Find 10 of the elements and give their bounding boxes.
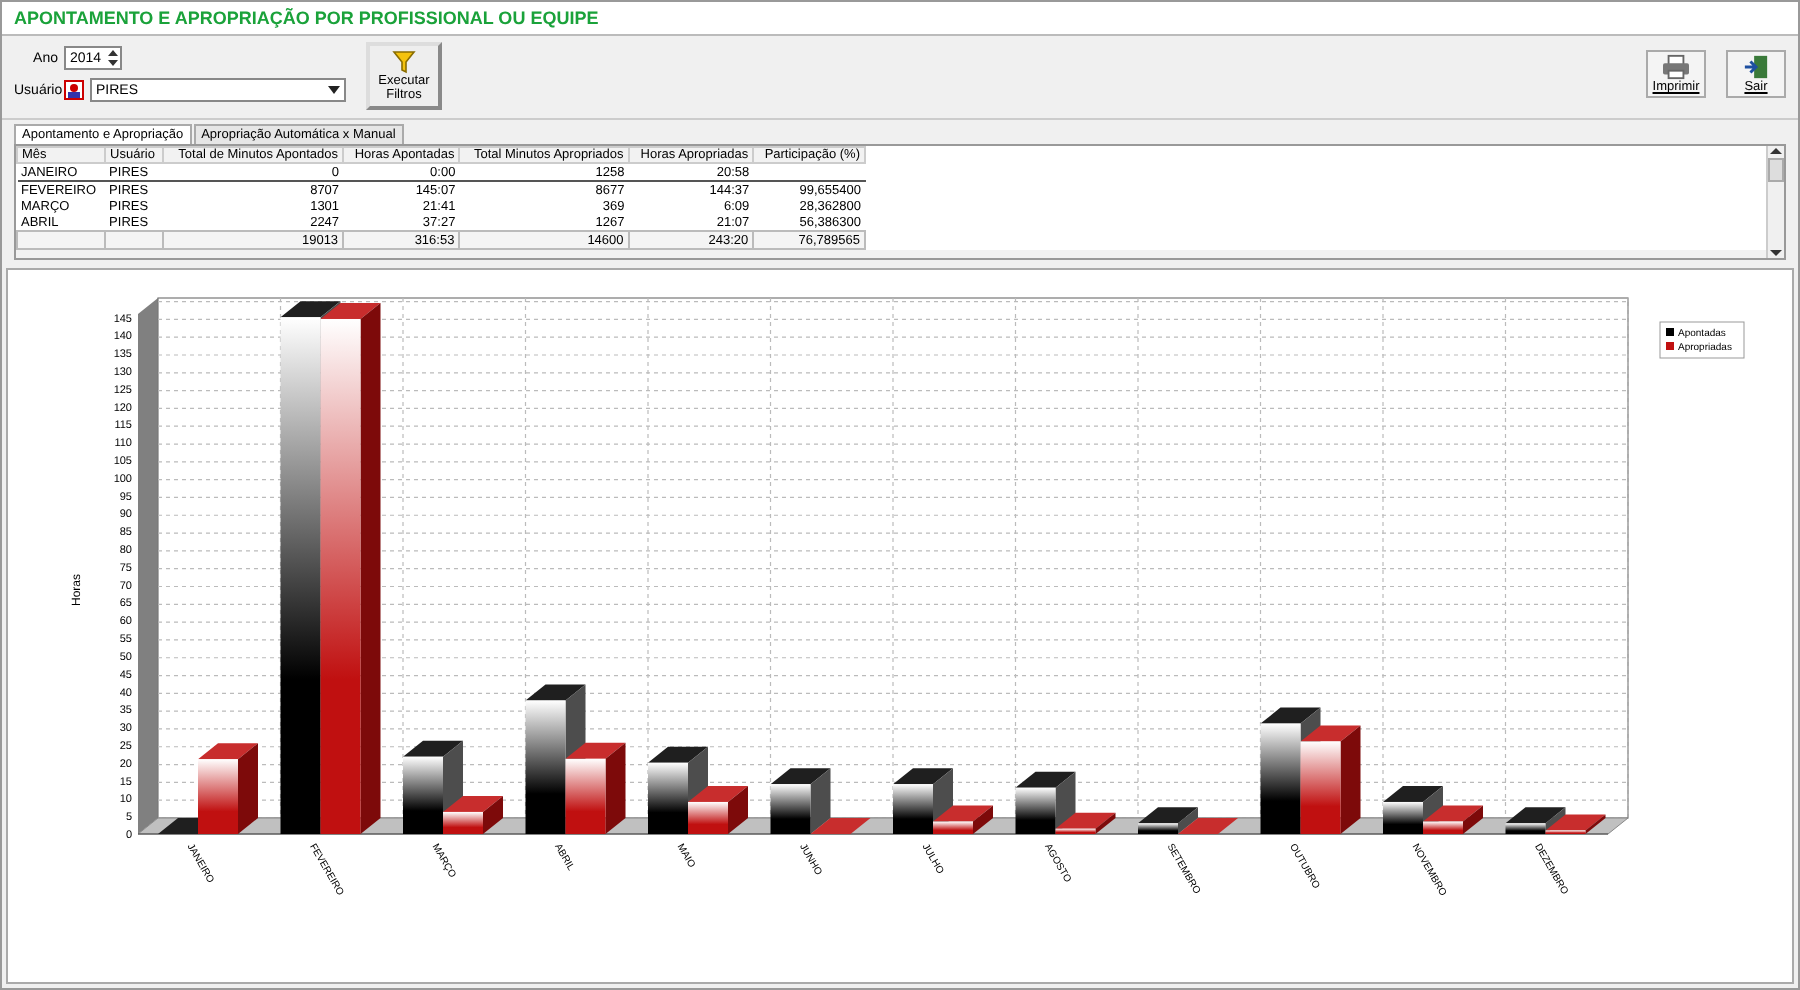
caret-icon bbox=[328, 86, 340, 94]
funnel-icon bbox=[392, 50, 416, 74]
scroll-down-icon[interactable] bbox=[1770, 248, 1782, 258]
user-icon bbox=[64, 80, 84, 100]
spin-arrows-icon bbox=[105, 48, 120, 68]
printer-icon bbox=[1660, 54, 1692, 80]
legend bbox=[1659, 321, 1745, 359]
door-arrow-icon bbox=[1742, 54, 1770, 80]
scrollbar[interactable] bbox=[1766, 146, 1784, 258]
window-title: APONTAMENTO E APROPRIAÇÃO POR PROFISSIONAL OU EQUIPE bbox=[14, 8, 599, 28]
